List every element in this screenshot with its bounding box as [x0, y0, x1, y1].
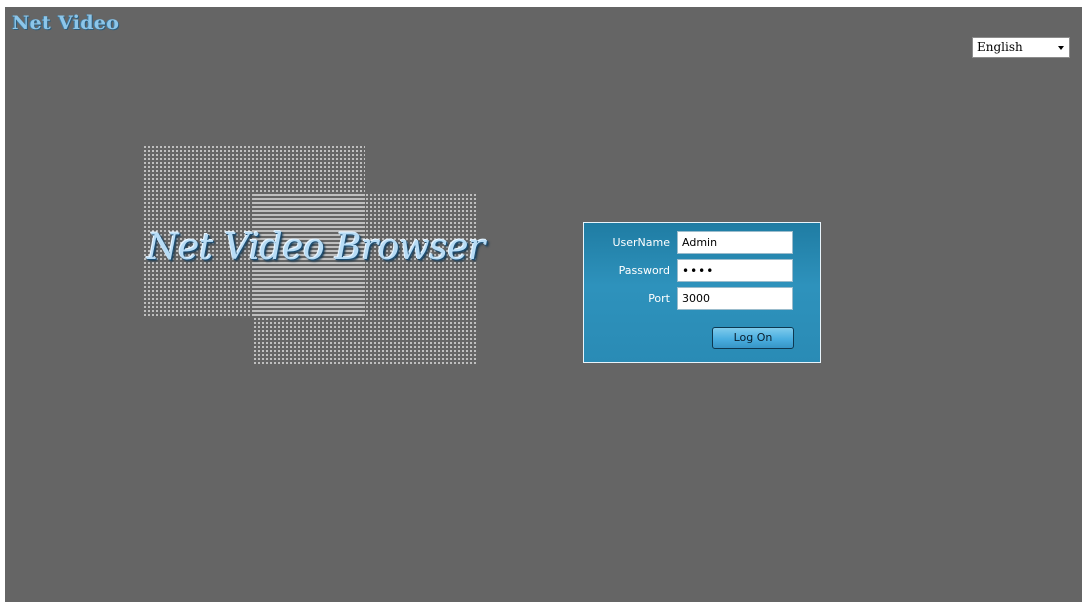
dot-pattern-bottom	[253, 193, 476, 364]
username-label: UserName	[612, 236, 670, 249]
brand-logo: Net Video	[12, 12, 120, 34]
username-input[interactable]	[677, 231, 793, 254]
chevron-down-icon	[1058, 46, 1064, 50]
login-panel: UserName Password Port Log On	[583, 222, 821, 363]
port-input[interactable]	[677, 287, 793, 310]
port-row: Port	[584, 287, 820, 311]
logon-button[interactable]: Log On	[712, 327, 794, 349]
hero-title: Net Video Browser	[147, 227, 485, 268]
password-input[interactable]	[677, 259, 793, 282]
port-label: Port	[648, 292, 670, 305]
language-selected-value: English	[977, 40, 1023, 54]
language-select[interactable]: English	[972, 37, 1070, 58]
username-row: UserName	[584, 231, 820, 255]
password-label: Password	[618, 264, 670, 277]
login-screen: Net Video English Net Video Browser User…	[5, 7, 1082, 602]
password-row: Password	[584, 259, 820, 283]
